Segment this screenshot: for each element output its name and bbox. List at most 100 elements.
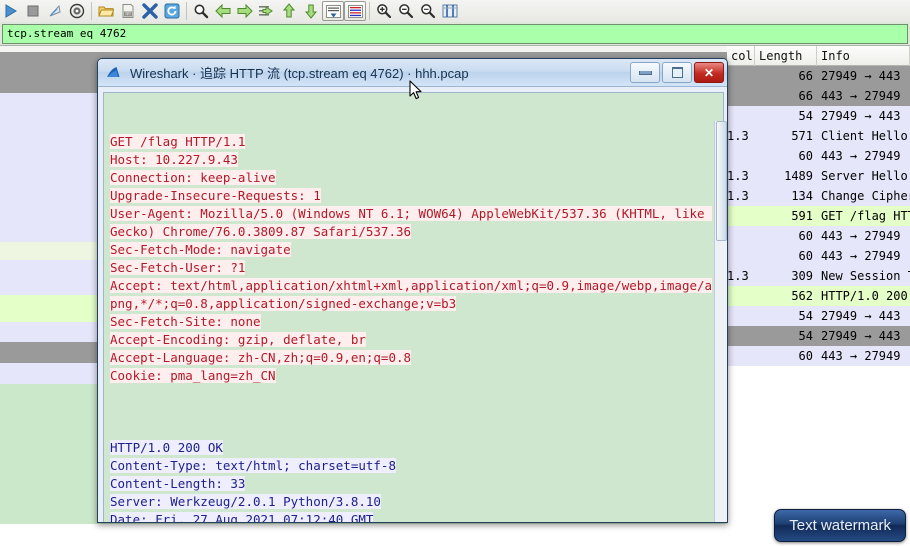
go-to-packet-icon[interactable] bbox=[256, 1, 278, 21]
maximize-icon bbox=[671, 67, 683, 78]
stream-line: Sec-Fetch-User: ?1 bbox=[110, 260, 246, 275]
screen: 010 tcp.stream eq 4762 col Length Info 6… bbox=[0, 0, 910, 546]
go-forward-icon[interactable] bbox=[234, 1, 256, 21]
follow-http-stream-dialog[interactable]: Wireshark · 追踪 HTTP 流 (tcp.stream eq 476… bbox=[97, 58, 728, 523]
cell-info: 27949 → 443 [ bbox=[821, 69, 910, 83]
table-row[interactable]: 60 443 → 27949 [ bbox=[727, 246, 910, 266]
cell-length: 1489 bbox=[784, 169, 813, 183]
capture-options-icon[interactable] bbox=[66, 1, 88, 21]
table-row[interactable]: 66 443 → 27949 [ bbox=[727, 86, 910, 106]
table-row[interactable]: 1.3 309 New Session T bbox=[727, 266, 910, 286]
table-row[interactable]: 54 27949 → 443 [ bbox=[727, 306, 910, 326]
restart-capture-icon[interactable] bbox=[44, 1, 66, 21]
text-watermark-button[interactable]: Text watermark bbox=[774, 509, 906, 542]
cell-length: 562 bbox=[791, 289, 813, 303]
go-to-first-packet-icon[interactable] bbox=[278, 1, 300, 21]
normal-size-icon[interactable] bbox=[417, 1, 439, 21]
stream-response-block: HTTP/1.0 200 OK Content-Type: text/html; … bbox=[110, 439, 717, 522]
cell-length: 60 bbox=[798, 349, 813, 363]
stream-line: Sec-Fetch-Site: none bbox=[110, 314, 261, 329]
reload-file-icon[interactable] bbox=[161, 1, 183, 21]
zoom-out-icon[interactable] bbox=[395, 1, 417, 21]
cell-length: 66 bbox=[798, 89, 813, 103]
cell-protocol: 1.3 bbox=[727, 129, 749, 143]
stream-request-block: GET /flag HTTP/1.1 Host: 10.227.9.43 Conne… bbox=[110, 133, 717, 403]
maximize-button[interactable] bbox=[662, 62, 692, 83]
find-packet-icon[interactable] bbox=[190, 1, 212, 21]
cell-length: 591 bbox=[791, 209, 813, 223]
cell-info: Client Hello bbox=[821, 129, 908, 143]
cell-length: 54 bbox=[798, 109, 813, 123]
toolbar-separator bbox=[91, 2, 92, 20]
stream-line: Accept: text/html,application/xhtml+xml,… bbox=[110, 278, 713, 311]
scrollbar-thumb[interactable] bbox=[716, 121, 727, 241]
toolbar-separator bbox=[186, 2, 187, 20]
table-row[interactable]: 54 27949 → 443 [ bbox=[727, 326, 910, 346]
cell-info: New Session T bbox=[821, 269, 910, 283]
cell-info: 443 → 27949 [ bbox=[821, 149, 910, 163]
zoom-in-icon[interactable] bbox=[373, 1, 395, 21]
stream-line: Sec-Fetch-Mode: navigate bbox=[110, 242, 291, 257]
cell-length: 66 bbox=[798, 69, 813, 83]
cell-length: 54 bbox=[798, 329, 813, 343]
main-toolbar: 010 bbox=[0, 0, 910, 23]
cell-length: 60 bbox=[798, 229, 813, 243]
column-header-info[interactable]: Info bbox=[817, 46, 910, 66]
cell-info: 443 → 27949 [ bbox=[821, 349, 910, 363]
column-header-length[interactable]: Length bbox=[755, 46, 817, 66]
column-header-protocol[interactable]: col bbox=[727, 46, 755, 66]
cell-length: 60 bbox=[798, 149, 813, 163]
wireshark-logo-icon bbox=[106, 64, 124, 82]
table-row[interactable]: 562 HTTP/1.0 200 bbox=[727, 286, 910, 306]
colorize-packets-icon[interactable] bbox=[344, 1, 366, 21]
dialog-title: Wireshark · 追踪 HTTP 流 (tcp.stream eq 476… bbox=[130, 66, 469, 81]
stream-line: Cookie: pma_lang=zh_CN bbox=[110, 368, 276, 383]
table-row[interactable]: 591 GET /flag HTT bbox=[727, 206, 910, 226]
go-back-icon[interactable] bbox=[212, 1, 234, 21]
stream-content-view[interactable]: GET /flag HTTP/1.1 Host: 10.227.9.43 Conne… bbox=[103, 92, 724, 522]
stream-line: Content-Type: text/html; charset=utf-8 bbox=[110, 458, 396, 473]
stream-line bbox=[110, 385, 717, 403]
svg-text:010: 010 bbox=[125, 12, 131, 16]
stream-line: Accept-Encoding: gzip, deflate, br bbox=[110, 332, 366, 347]
minimize-icon bbox=[638, 70, 652, 75]
stream-line: Server: Werkzeug/2.0.1 Python/3.8.10 bbox=[110, 494, 381, 509]
window-controls: ✕ bbox=[630, 62, 724, 83]
packet-list[interactable]: col Length Info 66 27949 → 443 [ 66 443 → 2… bbox=[727, 46, 910, 524]
cell-protocol: 1.3 bbox=[727, 189, 749, 203]
cell-info: Change Cipher bbox=[821, 189, 910, 203]
packet-list-header: col Length Info bbox=[727, 46, 910, 66]
display-filter-bar: tcp.stream eq 4762 bbox=[0, 22, 910, 46]
table-row[interactable]: 60 443 → 27949 [ bbox=[727, 146, 910, 166]
close-button[interactable]: ✕ bbox=[694, 62, 724, 83]
go-to-last-packet-icon[interactable] bbox=[300, 1, 322, 21]
save-file-icon[interactable]: 010 bbox=[117, 1, 139, 21]
stream-line: Date: Fri, 27 Aug 2021 07:12:40 GMT bbox=[110, 511, 717, 522]
start-capture-icon[interactable] bbox=[0, 1, 22, 21]
open-file-icon[interactable] bbox=[95, 1, 117, 21]
table-row[interactable]: 1.3 134 Change Cipher bbox=[727, 186, 910, 206]
stream-line: Accept-Language: zh-CN,zh;q=0.9,en;q=0.8 bbox=[110, 350, 412, 365]
cell-info: 443 → 27949 [ bbox=[821, 89, 910, 103]
dialog-titlebar[interactable]: Wireshark · 追踪 HTTP 流 (tcp.stream eq 476… bbox=[98, 59, 727, 87]
resize-columns-icon[interactable] bbox=[439, 1, 461, 21]
stream-line: Upgrade-Insecure-Requests: 1 bbox=[110, 188, 321, 203]
dialog-scrollbar[interactable] bbox=[714, 121, 727, 522]
cell-info: 27949 → 443 [ bbox=[821, 109, 910, 123]
table-row[interactable]: 60 443 → 27949 [ bbox=[727, 226, 910, 246]
stop-capture-icon[interactable] bbox=[22, 1, 44, 21]
display-filter-input[interactable]: tcp.stream eq 4762 bbox=[2, 24, 908, 44]
stream-line: GET /flag HTTP/1.1 bbox=[110, 134, 246, 149]
table-row[interactable]: 1.3 1489 Server Hello, bbox=[727, 166, 910, 186]
table-row[interactable]: 1.3 571 Client Hello bbox=[727, 126, 910, 146]
table-row[interactable]: 66 27949 → 443 [ bbox=[727, 66, 910, 86]
table-row[interactable]: 54 27949 → 443 [ bbox=[727, 106, 910, 126]
auto-scroll-icon[interactable] bbox=[322, 1, 344, 21]
minimize-button[interactable] bbox=[630, 62, 660, 83]
table-row[interactable]: 60 443 → 27949 [ bbox=[727, 346, 910, 366]
cell-info: Server Hello, bbox=[821, 169, 910, 183]
close-file-icon[interactable] bbox=[139, 1, 161, 21]
cell-info: HTTP/1.0 200 bbox=[821, 289, 908, 303]
cell-length: 54 bbox=[798, 309, 813, 323]
stream-line: Host: 10.227.9.43 bbox=[110, 152, 238, 167]
